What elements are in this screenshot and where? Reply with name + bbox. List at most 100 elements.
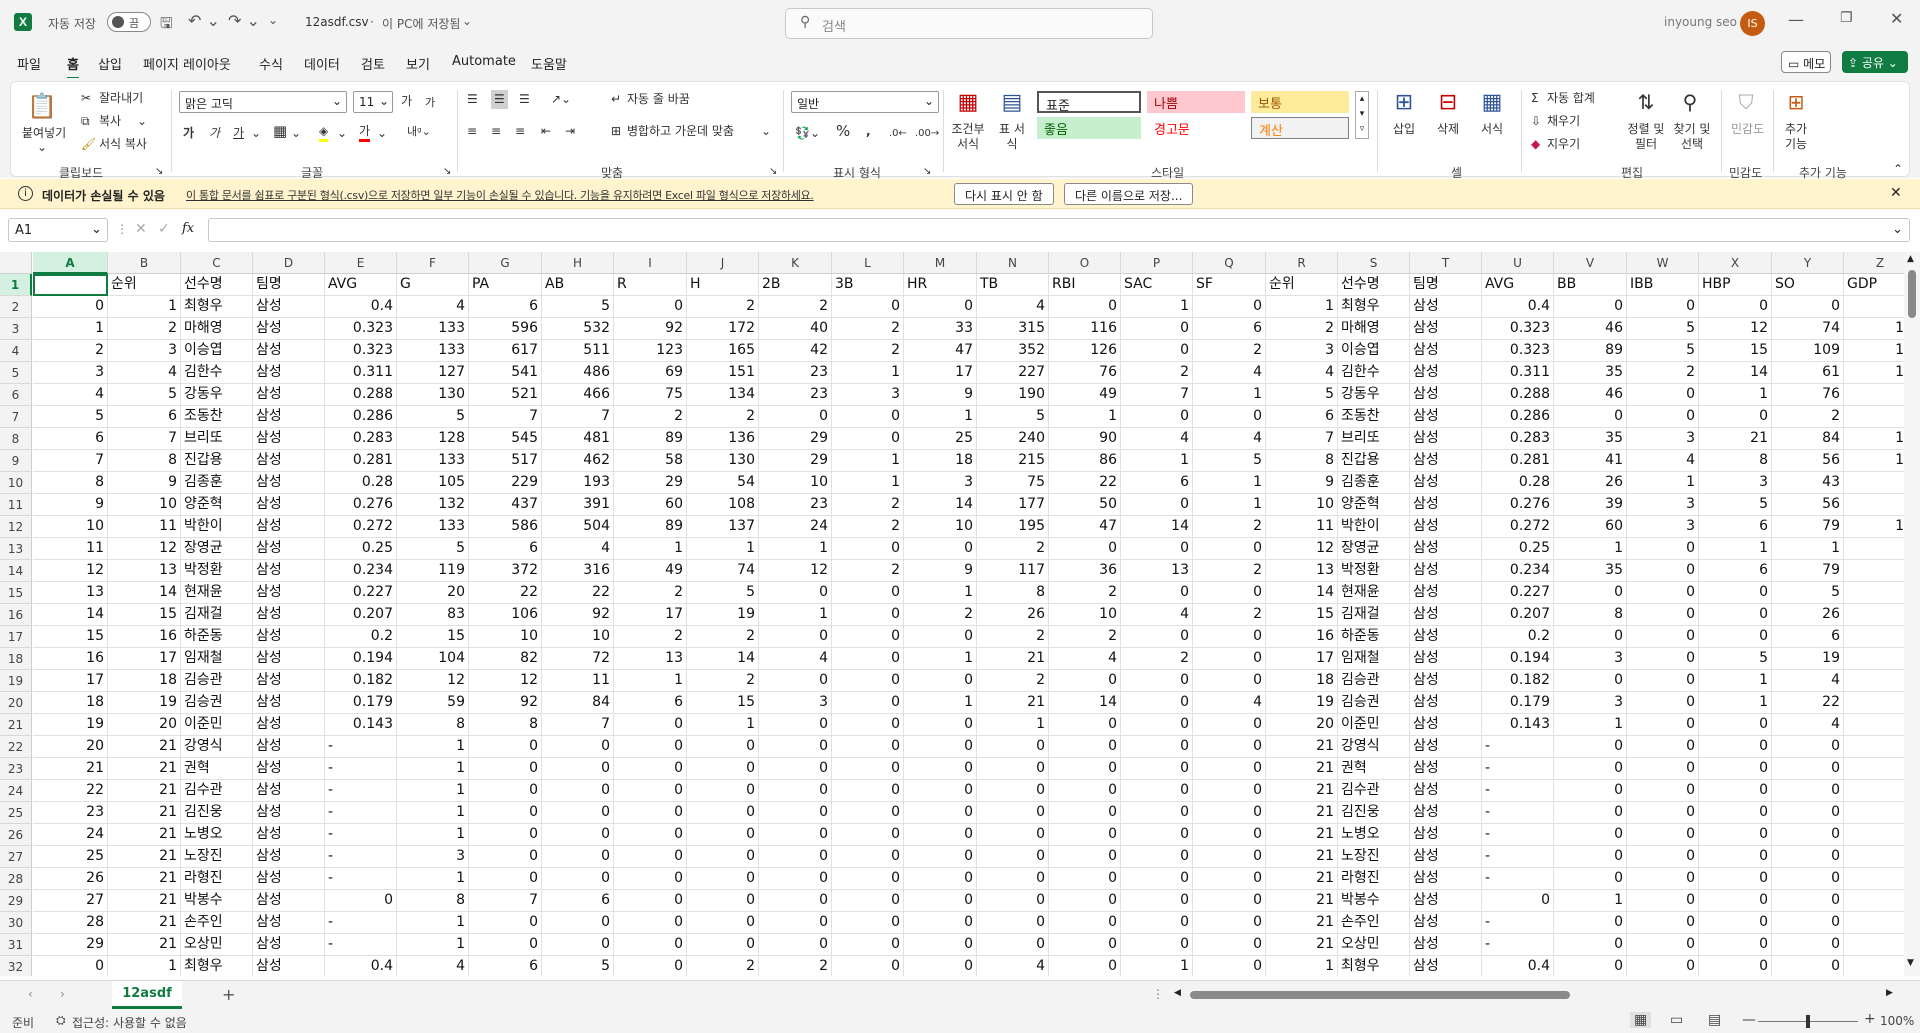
table-cell[interactable]: 삼성 [253, 934, 325, 956]
table-cell[interactable]: 0 [904, 802, 977, 824]
table-cell[interactable]: 0 [977, 824, 1049, 846]
notice-message[interactable]: 이 통합 문서를 쉼표로 구분된 형식(.csv)으로 저장하면 일부 기능이 … [186, 187, 814, 203]
table-cell[interactable]: 1 [904, 582, 977, 604]
table-cell[interactable]: 0 [1772, 780, 1844, 802]
table-cell[interactable]: 17 [1266, 648, 1338, 670]
table-cell[interactable]: 29 [614, 472, 687, 494]
table-cell[interactable]: 2 [1121, 648, 1193, 670]
table-cell[interactable]: 21 [1266, 824, 1338, 846]
clear-icon[interactable]: ◆ [1531, 137, 1540, 152]
table-cell[interactable]: 2 [1627, 362, 1699, 384]
delete-cells-icon[interactable]: ⊟ [1433, 88, 1463, 116]
table-cell[interactable]: 4 [759, 648, 832, 670]
table-cell[interactable]: 75 [614, 384, 687, 406]
table-cell[interactable]: 15 [1844, 516, 1904, 538]
table-cell[interactable]: 1 [687, 538, 759, 560]
table-cell[interactable]: 1 [1772, 538, 1844, 560]
table-cell[interactable]: 0 [469, 736, 542, 758]
table-cell[interactable]: 0 [1699, 604, 1772, 626]
minimize-icon[interactable]: — [1788, 10, 1804, 29]
row-header[interactable]: 13 [0, 538, 32, 560]
table-cell[interactable]: 박봉수 [181, 890, 253, 912]
styles-gallery-scroll[interactable]: ▴ ▾ ▿ [1355, 91, 1369, 139]
table-cell[interactable]: 1 [1049, 406, 1121, 428]
table-cell[interactable]: 1 [904, 692, 977, 714]
table-cell[interactable]: 0 [1193, 912, 1266, 934]
table-cell[interactable]: 3 [1266, 340, 1338, 362]
horizontal-scrollbar[interactable]: ◀ ▶ [1170, 988, 1900, 1001]
table-cell[interactable]: 4 [1193, 362, 1266, 384]
copy-chevron-icon[interactable]: ⌄ [137, 114, 147, 129]
column-header-u[interactable]: U [1482, 252, 1554, 274]
table-cell[interactable]: 마해영 [181, 318, 253, 340]
table-cell[interactable]: 0 [469, 912, 542, 934]
table-cell[interactable]: 0 [1627, 846, 1699, 868]
row-header[interactable]: 9 [0, 450, 32, 472]
header-cell[interactable]: PA [469, 274, 542, 296]
copy-label[interactable]: 복사 [99, 114, 121, 129]
sheet-tab-12asdf[interactable]: 12asdf [112, 981, 182, 1009]
row-header[interactable]: 12 [0, 516, 32, 538]
table-cell[interactable]: 1 [832, 362, 904, 384]
table-cell[interactable]: 0 [1121, 868, 1193, 890]
table-cell[interactable]: 13 [108, 560, 181, 582]
table-cell[interactable]: 3 [1627, 516, 1699, 538]
table-cell[interactable]: 4 [1772, 714, 1844, 736]
table-cell[interactable]: 0.25 [325, 538, 397, 560]
table-cell[interactable]: 22 [542, 582, 614, 604]
table-cell[interactable]: 2 [687, 626, 759, 648]
table-cell[interactable]: 5 [397, 538, 469, 560]
table-cell[interactable]: 1 [1554, 538, 1627, 560]
table-cell[interactable]: 1 [397, 736, 469, 758]
column-header-n[interactable]: N [977, 252, 1049, 274]
column-header-p[interactable]: P [1121, 252, 1193, 274]
table-cell[interactable]: 3 [904, 472, 977, 494]
scroll-right-icon[interactable]: ▶ [1886, 988, 1893, 998]
table-cell[interactable]: 0 [1844, 604, 1904, 626]
table-cell[interactable]: 50 [1049, 494, 1121, 516]
table-cell[interactable]: 2 [832, 516, 904, 538]
table-cell[interactable]: 0 [614, 736, 687, 758]
sort-filter-icon[interactable]: ⇅ [1631, 88, 1661, 116]
table-cell[interactable]: 21 [1699, 428, 1772, 450]
tab-data[interactable]: 데이터 [304, 54, 340, 73]
table-cell[interactable]: 0 [832, 824, 904, 846]
table-cell[interactable]: 0 [977, 758, 1049, 780]
table-cell[interactable]: 46 [1554, 384, 1627, 406]
table-cell[interactable]: 2 [1193, 560, 1266, 582]
column-header-f[interactable]: F [397, 252, 469, 274]
table-cell[interactable]: 0 [1049, 868, 1121, 890]
table-cell[interactable]: 75 [977, 472, 1049, 494]
table-cell[interactable]: 삼성 [253, 296, 325, 318]
row-header[interactable]: 32 [0, 956, 32, 976]
table-cell[interactable]: 0 [33, 956, 108, 976]
column-header-j[interactable]: J [687, 252, 759, 274]
table-cell[interactable]: 0.272 [325, 516, 397, 538]
table-cell[interactable]: 21 [1266, 868, 1338, 890]
border-icon[interactable]: ▦ [273, 124, 287, 139]
table-cell[interactable]: 0 [1554, 846, 1627, 868]
table-cell[interactable]: 박정환 [1338, 560, 1410, 582]
table-cell[interactable]: 현재윤 [1338, 582, 1410, 604]
row-header[interactable]: 21 [0, 714, 32, 736]
header-cell[interactable]: SO [1772, 274, 1844, 296]
table-cell[interactable]: 0.281 [1482, 450, 1554, 472]
table-cell[interactable]: 4 [1049, 648, 1121, 670]
table-cell[interactable]: 26 [1554, 472, 1627, 494]
table-cell[interactable]: 0.4 [325, 296, 397, 318]
table-cell[interactable]: 0.323 [325, 340, 397, 362]
table-cell[interactable]: 0 [687, 912, 759, 934]
table-cell[interactable]: 596 [469, 318, 542, 340]
table-cell[interactable]: 0 [977, 868, 1049, 890]
table-cell[interactable]: 13 [33, 582, 108, 604]
table-cell[interactable]: - [1482, 912, 1554, 934]
table-cell[interactable]: 18 [904, 450, 977, 472]
table-cell[interactable]: 2 [832, 560, 904, 582]
table-cell[interactable]: 1 [1627, 472, 1699, 494]
align-center-icon[interactable]: ≡ [491, 124, 501, 139]
table-cell[interactable]: 0 [687, 802, 759, 824]
sensitivity-icon[interactable]: ⛉ [1731, 88, 1761, 116]
table-cell[interactable]: 74 [687, 560, 759, 582]
table-cell[interactable]: 92 [542, 604, 614, 626]
table-cell[interactable]: 372 [469, 560, 542, 582]
